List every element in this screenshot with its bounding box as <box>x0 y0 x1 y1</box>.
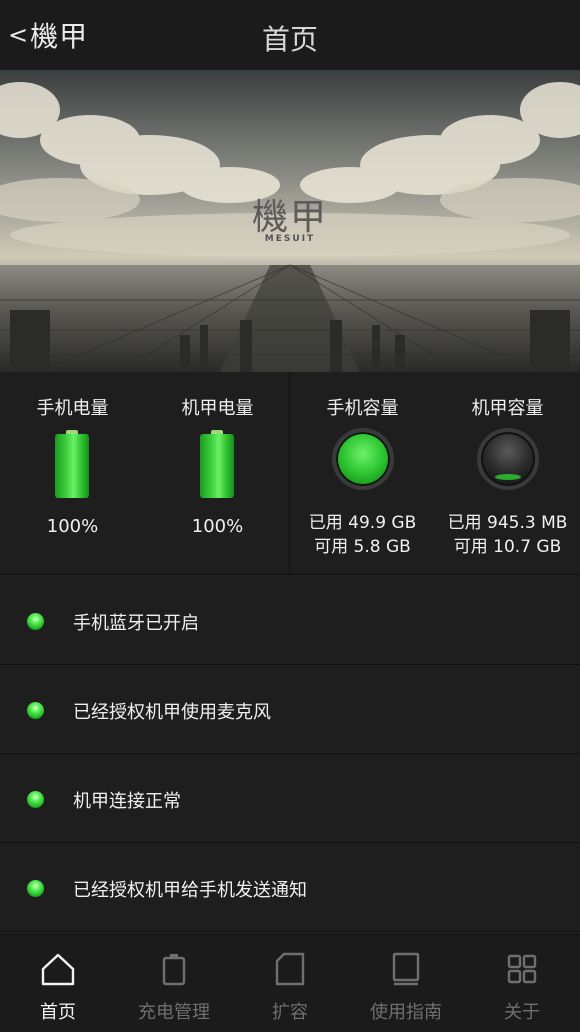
sd-card-icon <box>275 952 305 986</box>
status-label: 机甲连接正常 <box>73 791 181 812</box>
tab-home[interactable]: 首页 <box>0 935 116 1032</box>
storage-orb-icon <box>477 428 539 490</box>
storage-orb-icon <box>332 428 394 490</box>
tab-about[interactable]: 关于 <box>464 935 580 1032</box>
tab-charging[interactable]: 充电管理 <box>116 935 232 1032</box>
tab-label: 使用指南 <box>370 1002 442 1023</box>
home-icon <box>41 953 75 986</box>
book-icon <box>392 952 420 986</box>
status-dot-icon <box>27 880 44 897</box>
suit-battery-card: 机甲电量 100% <box>145 372 290 575</box>
phone-storage-title: 手机容量 <box>326 398 399 419</box>
battery-icon <box>55 430 89 498</box>
suit-storage-card: 机甲容量 已用 945.3 MB 可用 10.7 GB <box>435 372 580 575</box>
battery-icon <box>162 954 186 986</box>
grid-icon <box>507 954 537 984</box>
status-list: 手机蓝牙已开启 已经授权机甲使用麦克风 机甲连接正常 已经授权机甲给手机发送通知 <box>0 576 580 932</box>
suit-battery-value: 100% <box>191 516 244 537</box>
suit-storage-title: 机甲容量 <box>471 398 544 419</box>
phone-battery-value: 100% <box>46 516 99 537</box>
tab-bar: 首页 充电管理 扩容 使用指南 关于 <box>0 934 580 1032</box>
list-item: 机甲连接正常 <box>0 754 580 843</box>
phone-storage-free: 可用 5.8 GB <box>314 537 411 557</box>
tab-expand[interactable]: 扩容 <box>232 935 348 1032</box>
page-title: 首页 <box>261 23 318 56</box>
brand-logo-subtext: MESUIT <box>264 234 316 244</box>
tab-label: 关于 <box>504 1002 540 1023</box>
status-dot-icon <box>27 791 44 808</box>
status-label: 手机蓝牙已开启 <box>73 613 199 634</box>
list-item: 已经授权机甲给手机发送通知 <box>0 843 580 932</box>
suit-storage-free: 可用 10.7 GB <box>453 537 562 557</box>
tab-label: 扩容 <box>272 1002 308 1023</box>
tab-label: 充电管理 <box>138 1002 210 1023</box>
phone-storage-used: 已用 49.9 GB <box>308 513 417 533</box>
phone-battery-title: 手机电量 <box>36 398 109 419</box>
list-item: 已经授权机甲使用麦克风 <box>0 665 580 754</box>
suit-battery-title: 机甲电量 <box>181 398 254 419</box>
tab-label: 首页 <box>40 1002 76 1023</box>
brand-logo-text: 機甲 <box>251 197 328 238</box>
navigation-bar: < 機甲 首页 <box>0 0 580 70</box>
hero-banner: 機甲 MESUIT <box>0 70 580 372</box>
status-label: 已经授权机甲使用麦克风 <box>73 702 271 723</box>
battery-icon <box>200 430 234 498</box>
list-item: 手机蓝牙已开启 <box>0 576 580 665</box>
stats-panel: 手机电量 100% 机甲电量 100% 手机容量 已用 49.9 GB 可用 5… <box>0 372 580 575</box>
phone-storage-card: 手机容量 已用 49.9 GB 可用 5.8 GB <box>290 372 435 575</box>
status-dot-icon <box>27 613 44 630</box>
tab-guide[interactable]: 使用指南 <box>348 935 464 1032</box>
phone-battery-card: 手机电量 100% <box>0 372 145 575</box>
status-dot-icon <box>27 702 44 719</box>
status-label: 已经授权机甲给手机发送通知 <box>73 880 307 901</box>
suit-storage-used: 已用 945.3 MB <box>447 513 568 533</box>
